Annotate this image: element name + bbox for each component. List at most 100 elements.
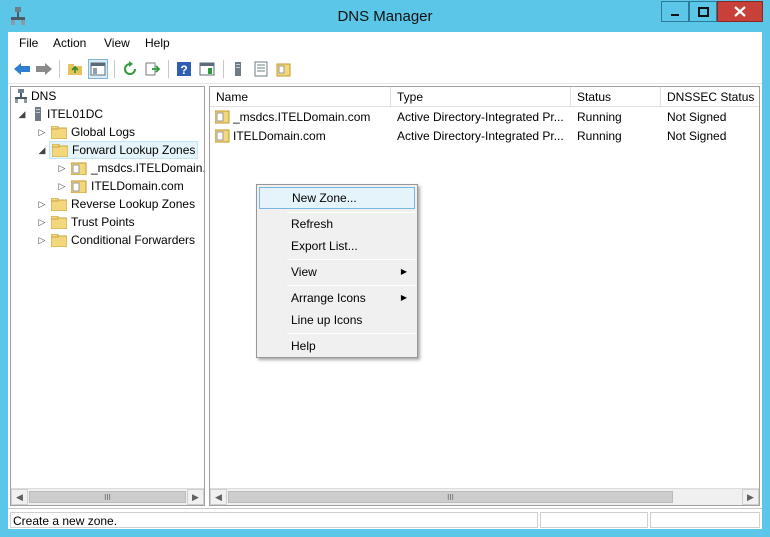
help-button[interactable]: ?	[174, 59, 194, 79]
server-icon	[35, 107, 41, 121]
tree-item-iteldomain-zone[interactable]: ITELDomain.com	[71, 177, 184, 195]
collapse-arrow-icon[interactable]: ◢	[17, 109, 27, 120]
status-segment	[540, 512, 648, 528]
close-button[interactable]	[717, 1, 763, 22]
up-level-button[interactable]	[65, 59, 85, 79]
submenu-arrow-icon: ▶	[400, 267, 407, 276]
tree-label: Conditional Forwarders	[71, 233, 196, 247]
show-hide-console-tree-button[interactable]	[88, 59, 108, 79]
scroll-thumb[interactable]: III	[29, 491, 186, 503]
tree-item-forward-lookup-zones[interactable]: Forward Lookup Zones	[49, 141, 199, 159]
menu-item-label: View	[291, 265, 317, 279]
menu-item-arrange-icons[interactable]: Arrange Icons ▶	[259, 287, 415, 309]
view-list-button[interactable]	[251, 59, 271, 79]
scroll-right-icon[interactable]: ▶	[742, 489, 759, 505]
new-zone-toolbar-button[interactable]	[274, 59, 294, 79]
tree-label: Trust Points	[71, 215, 135, 229]
tree-horizontal-scrollbar[interactable]: ◀ III ▶	[11, 488, 204, 505]
tree-item-reverse-lookup-zones[interactable]: Reverse Lookup Zones	[51, 195, 195, 213]
tree-label: Global Logs	[71, 125, 136, 139]
column-header-type[interactable]: Type	[391, 87, 571, 107]
context-menu: New Zone... Refresh Export List... View …	[256, 184, 418, 358]
menu-item-label: Export List...	[291, 239, 358, 253]
export-list-button[interactable]	[143, 59, 163, 79]
menu-bar: File Action View Help	[8, 32, 762, 54]
scroll-thumb[interactable]: III	[228, 491, 673, 503]
collapse-arrow-icon[interactable]: ◢	[37, 145, 47, 156]
menu-item-refresh[interactable]: Refresh	[259, 213, 415, 235]
menu-item-line-up-icons[interactable]: Line up Icons	[259, 309, 415, 331]
menu-item-export-list[interactable]: Export List...	[259, 235, 415, 257]
folder-icon	[51, 233, 67, 247]
column-header-dnssec-status[interactable]: DNSSEC Status	[661, 87, 759, 107]
menu-view[interactable]: View	[104, 36, 130, 50]
dns-manager-window: DNS Manager File Action View Help ? DNS …	[0, 0, 770, 537]
zone-icon	[71, 162, 87, 175]
zone-icon	[71, 180, 87, 193]
tree-item-global-logs[interactable]: Global Logs	[51, 123, 135, 141]
menu-item-label: Arrange Icons	[291, 291, 366, 305]
zone-type: Active Directory-Integrated Pr...	[397, 129, 564, 143]
back-button[interactable]	[12, 59, 32, 79]
zone-dnssec-status: Not Signed	[667, 129, 727, 143]
maximize-button[interactable]	[689, 1, 717, 22]
expand-arrow-icon[interactable]: ▷	[37, 127, 47, 138]
tree-item-server[interactable]: ITEL01DC	[33, 105, 103, 123]
refresh-icon	[124, 61, 136, 75]
close-icon	[734, 6, 746, 17]
menu-item-label: New Zone...	[292, 191, 357, 205]
menu-help[interactable]: Help	[145, 36, 170, 50]
zone-dnssec-status: Not Signed	[667, 110, 727, 124]
tree-label: DNS	[31, 89, 57, 103]
show-action-pane-button[interactable]	[197, 59, 217, 79]
tree-item-dns[interactable]: DNS	[15, 87, 56, 105]
tree-label: Forward Lookup Zones	[72, 143, 196, 157]
scroll-left-icon[interactable]: ◀	[11, 489, 28, 505]
expand-arrow-icon[interactable]: ▷	[37, 235, 47, 246]
refresh-button[interactable]	[120, 59, 140, 79]
status-bar: Create a new zone.	[8, 508, 762, 529]
menu-item-help[interactable]: Help	[259, 335, 415, 357]
folder-icon	[51, 197, 67, 211]
list-row[interactable]: ITELDomain.com Active Directory-Integrat…	[210, 127, 759, 146]
tree-label: _msdcs.ITELDomain.c	[91, 161, 205, 175]
menu-item-view[interactable]: View ▶	[259, 261, 415, 283]
tree-item-trust-points[interactable]: Trust Points	[51, 213, 135, 231]
forward-arrow-icon	[36, 63, 52, 75]
column-header-name[interactable]: Name	[210, 87, 391, 107]
menu-item-label: Help	[291, 339, 316, 353]
folder-up-icon	[68, 64, 82, 75]
menu-file[interactable]: File	[19, 36, 38, 50]
console-tree-icon	[90, 62, 106, 76]
forward-button[interactable]	[34, 59, 54, 79]
expand-arrow-icon[interactable]: ▷	[57, 181, 67, 192]
expand-arrow-icon[interactable]: ▷	[37, 217, 47, 228]
zone-status: Running	[577, 129, 622, 143]
server-button[interactable]	[228, 59, 248, 79]
tree-item-msdcs-zone[interactable]: _msdcs.ITELDomain.c	[71, 159, 205, 177]
menu-item-new-zone[interactable]: New Zone...	[259, 187, 415, 209]
expand-arrow-icon[interactable]: ▷	[57, 163, 67, 174]
expand-arrow-icon[interactable]: ▷	[37, 199, 47, 210]
zone-icon	[215, 110, 230, 124]
column-header-status[interactable]: Status	[571, 87, 661, 107]
scroll-left-icon[interactable]: ◀	[210, 489, 227, 505]
menu-item-label: Refresh	[291, 217, 334, 231]
folder-icon	[51, 215, 67, 229]
status-segment	[650, 512, 760, 528]
menu-action[interactable]: Action	[53, 36, 86, 50]
list-row[interactable]: _msdcs.ITELDomain.com Active Directory-I…	[210, 108, 759, 127]
status-text: Create a new zone.	[13, 514, 118, 528]
zone-icon	[215, 129, 230, 143]
list-horizontal-scrollbar[interactable]: ◀ III ▶	[210, 488, 759, 505]
back-arrow-icon	[14, 63, 30, 75]
scroll-right-icon[interactable]: ▶	[187, 489, 204, 505]
title-bar[interactable]: DNS Manager	[0, 0, 770, 32]
minimize-icon	[671, 13, 679, 16]
export-icon	[145, 62, 161, 76]
tree-item-conditional-forwarders[interactable]: Conditional Forwarders	[51, 231, 195, 249]
tree-label: ITEL01DC	[47, 107, 104, 121]
dns-icon	[15, 89, 27, 103]
minimize-button[interactable]	[661, 1, 689, 22]
folder-open-icon	[52, 143, 68, 157]
